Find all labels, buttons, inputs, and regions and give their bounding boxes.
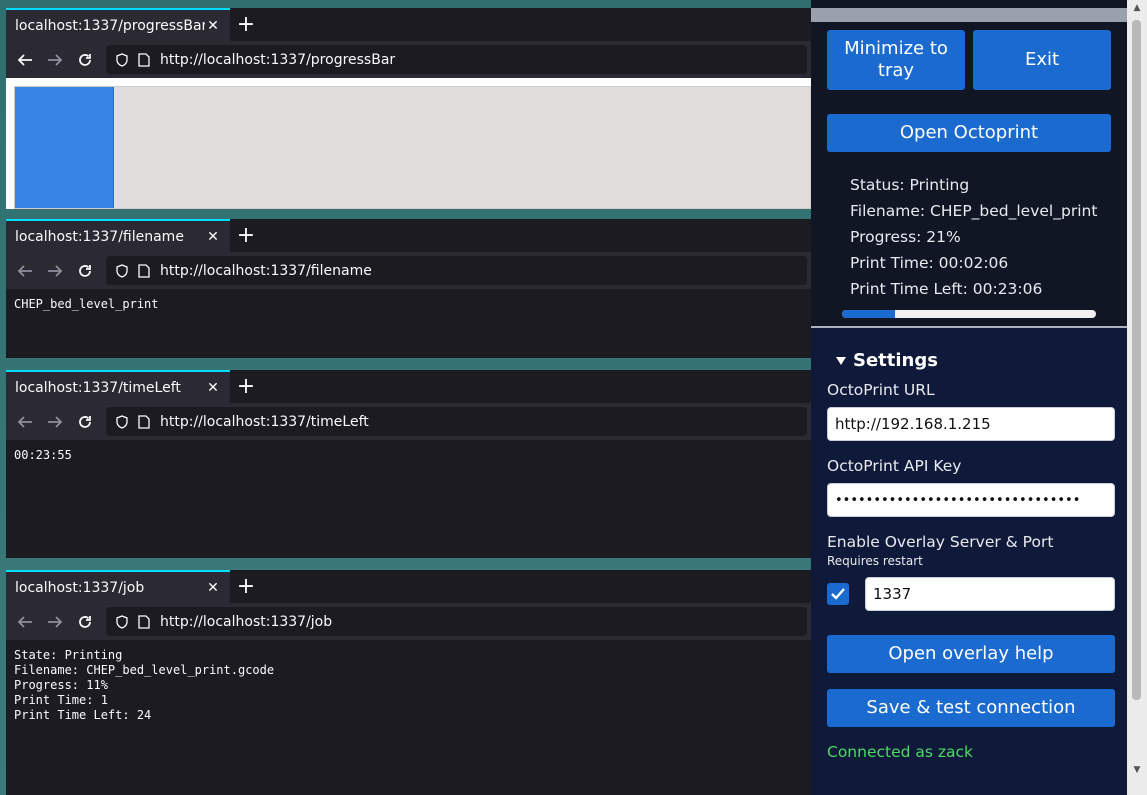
plus-icon[interactable]: + [230,570,262,603]
url-bar[interactable]: http://localhost:1337/timeLeft [106,407,807,436]
navigation-bar: http://localhost:1337/progressBar [6,41,811,78]
shield-icon[interactable] [112,263,132,278]
open-octoprint-button[interactable]: Open Octoprint [827,114,1111,152]
url-text: http://localhost:1337/progressBar [160,51,396,68]
exit-button[interactable]: Exit [973,30,1111,90]
forward-arrow-icon[interactable] [40,45,70,75]
tab-strip: localhost:1337/job ✕ + [6,570,811,603]
print-progress-bar [842,310,1096,318]
tab-strip: localhost:1337/progressBar ✕ + [6,8,811,41]
tab-filename[interactable]: localhost:1337/filename ✕ [6,219,230,252]
reload-icon[interactable] [70,256,100,286]
tab-title: localhost:1337/filename [15,228,184,245]
print-progress-fill [842,310,896,318]
tab-title: localhost:1337/progressBar [15,17,205,34]
status-list: Status: Printing Filename: CHEP_bed_leve… [850,172,1097,302]
minimize-to-tray-button[interactable]: Minimize to tray [827,30,965,90]
octoprint-url-label: OctoPrint URL [827,381,935,399]
panel-scrollbar[interactable]: ▲ ▼ [1127,0,1147,795]
page-text: CHEP_bed_level_print [6,289,811,358]
browser-window-progressbar: localhost:1337/progressBar ✕ + http://lo… [6,8,811,209]
scroll-down-icon[interactable]: ▼ [1131,764,1143,776]
forward-arrow-icon[interactable] [40,407,70,437]
browser-window-job: localhost:1337/job ✕ + http://localhost:… [6,570,811,795]
forward-arrow-icon[interactable] [40,607,70,637]
reload-icon[interactable] [70,45,100,75]
browser-window-filename: localhost:1337/filename ✕ + http://local… [6,219,811,358]
close-icon[interactable]: ✕ [205,229,221,245]
save-test-connection-button[interactable]: Save & test connection [827,689,1115,727]
close-icon[interactable]: ✕ [205,380,221,396]
tab-timeleft[interactable]: localhost:1337/timeLeft ✕ [6,370,230,403]
plus-icon[interactable]: + [230,8,262,41]
api-key-input[interactable]: •••••••••••••••••••••••••••••••• [827,483,1115,517]
url-bar[interactable]: http://localhost:1337/progressBar [106,45,807,74]
octoprint-url-input[interactable] [827,407,1115,441]
back-arrow-icon[interactable] [10,407,40,437]
page-icon [134,414,154,429]
scrollbar-thumb[interactable] [1132,20,1141,700]
back-arrow-icon[interactable] [10,45,40,75]
overlay-progress-fill [15,87,115,208]
url-text: http://localhost:1337/filename [160,262,372,279]
requires-restart-note: Requires restart [827,554,923,568]
checkmark-icon [831,588,845,600]
tab-progressbar[interactable]: localhost:1337/progressBar ✕ [6,8,230,41]
filename-line: Filename: CHEP_bed_level_print [850,202,1098,220]
page-icon [134,614,154,629]
shield-icon[interactable] [112,414,132,429]
back-arrow-icon[interactable] [10,256,40,286]
port-input[interactable] [865,577,1115,611]
shield-icon[interactable] [112,614,132,629]
open-overlay-help-button[interactable]: Open overlay help [827,635,1115,673]
tab-title: localhost:1337/job [15,579,145,596]
octoprint-panel: Minimize to tray Exit Open Octoprint Sta… [811,0,1147,795]
navigation-bar: http://localhost:1337/filename [6,252,811,289]
status-line: Status: Printing [850,176,970,194]
scroll-up-icon[interactable]: ▲ [1131,2,1143,14]
page-content [6,78,811,209]
tab-strip: localhost:1337/filename ✕ + [6,219,811,252]
navigation-bar: http://localhost:1337/job [6,603,811,640]
progress-line: Progress: 21% [850,228,961,246]
tab-strip: localhost:1337/timeLeft ✕ + [6,370,811,403]
reload-icon[interactable] [70,407,100,437]
tab-job[interactable]: localhost:1337/job ✕ [6,570,230,603]
settings-heading: Settings [853,350,938,371]
overlay-enable-checkbox[interactable] [827,583,849,605]
url-bar[interactable]: http://localhost:1337/filename [106,256,807,285]
panel-top-strip [811,8,1127,22]
forward-arrow-icon[interactable] [40,256,70,286]
connection-status: Connected as zack [827,743,974,761]
page-text: 00:23:55 [6,440,811,558]
settings-toggle[interactable]: Settings [835,350,938,371]
plus-icon[interactable]: + [230,370,262,403]
reload-icon[interactable] [70,607,100,637]
tab-title: localhost:1337/timeLeft [15,379,181,396]
url-text: http://localhost:1337/timeLeft [160,413,369,430]
close-icon[interactable]: ✕ [205,580,221,596]
print-time-line: Print Time: 00:02:06 [850,254,1009,272]
triangle-down-icon [836,356,846,365]
navigation-bar: http://localhost:1337/timeLeft [6,403,811,440]
overlay-server-label: Enable Overlay Server & Port [827,533,1054,551]
page-icon [134,52,154,67]
back-arrow-icon[interactable] [10,607,40,637]
url-text: http://localhost:1337/job [160,613,333,630]
url-bar[interactable]: http://localhost:1337/job [106,607,807,636]
page-text: State: Printing Filename: CHEP_bed_level… [6,640,811,795]
print-time-left-line: Print Time Left: 00:23:06 [850,280,1043,298]
shield-icon[interactable] [112,52,132,67]
browser-window-timeleft: localhost:1337/timeLeft ✕ + http://local… [6,370,811,558]
api-key-label: OctoPrint API Key [827,457,962,475]
close-icon[interactable]: ✕ [205,18,221,34]
page-icon [134,263,154,278]
plus-icon[interactable]: + [230,219,262,252]
overlay-progress-track [14,86,811,209]
